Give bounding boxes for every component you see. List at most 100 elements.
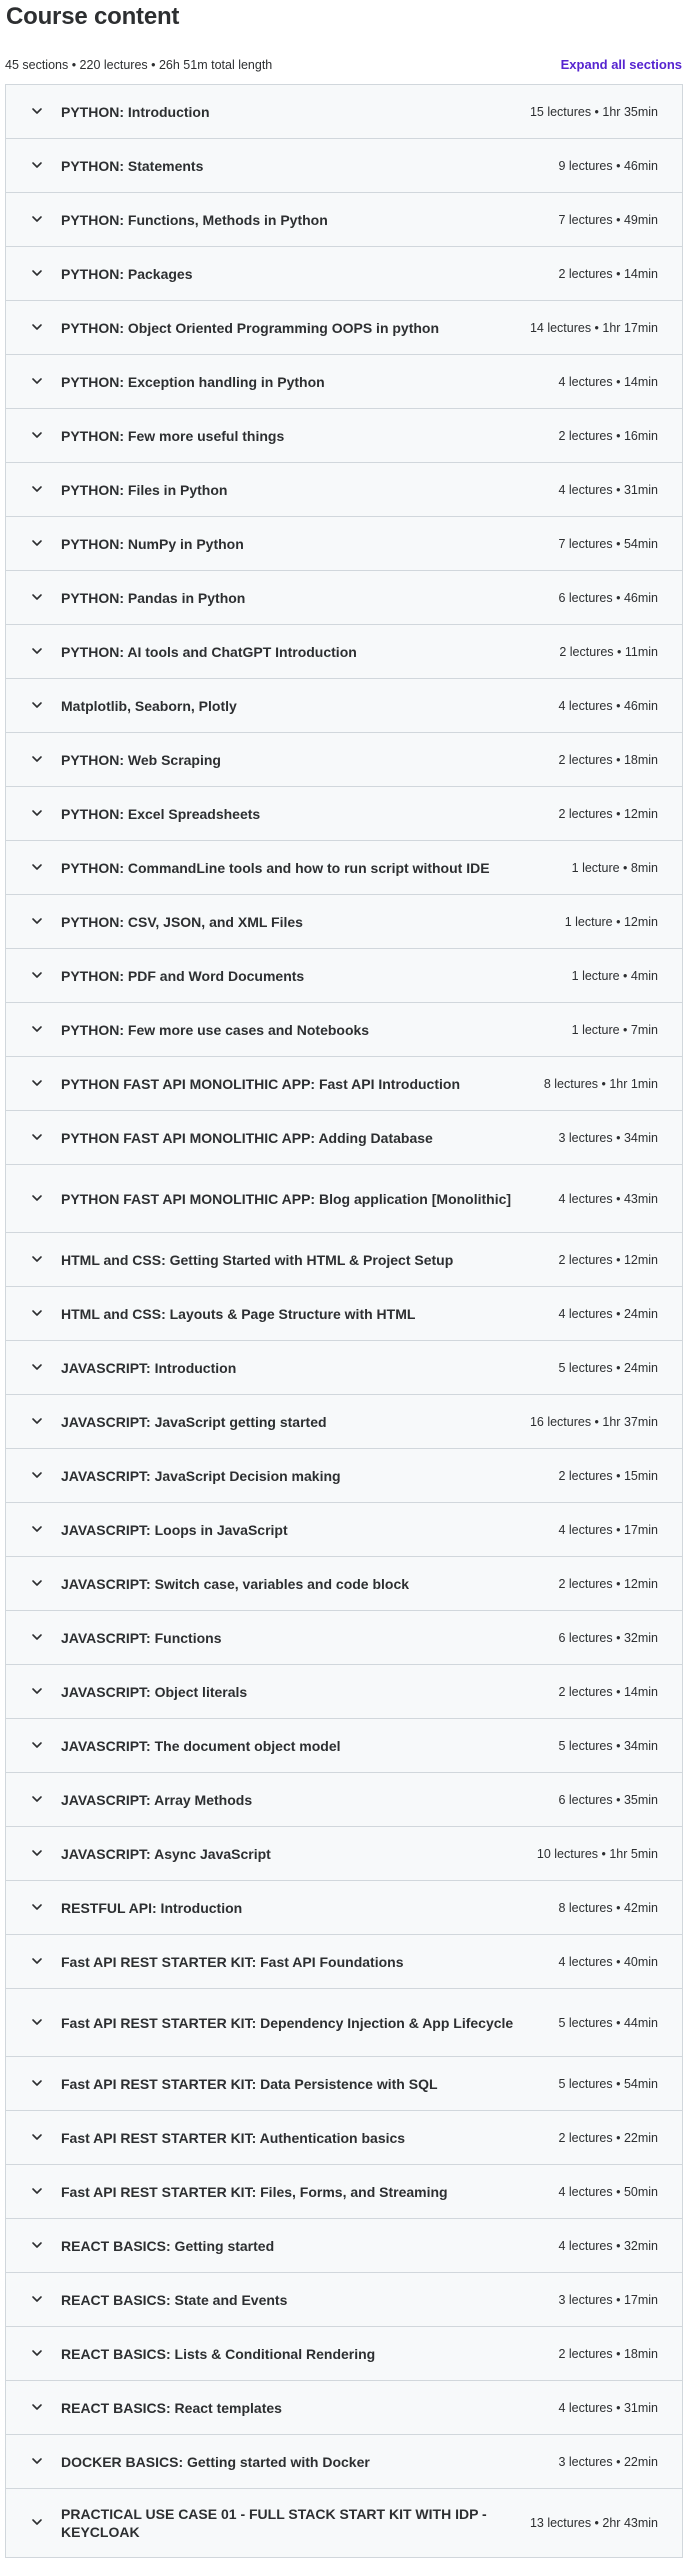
section-meta: 8 lectures • 1hr 1min bbox=[543, 1076, 658, 1091]
section-row[interactable]: JAVASCRIPT: Async JavaScript 10 lectures … bbox=[6, 1827, 682, 1881]
section-meta: 4 lectures • 14min bbox=[558, 374, 658, 389]
section-row[interactable]: JAVASCRIPT: Object literals 2 lectures • … bbox=[6, 1665, 682, 1719]
section-meta: 5 lectures • 54min bbox=[558, 2076, 658, 2091]
section-title: JAVASCRIPT: The document object model bbox=[61, 1737, 341, 1754]
section-meta: 3 lectures • 34min bbox=[558, 1130, 658, 1145]
chevron-down-icon bbox=[31, 1577, 43, 1589]
section-meta: 5 lectures • 24min bbox=[558, 1360, 658, 1375]
section-row[interactable]: Matplotlib, Seaborn, Plotly 4 lectures • … bbox=[6, 679, 682, 733]
section-title: RESTFUL API: Introduction bbox=[61, 1899, 243, 1916]
chevron-down-icon bbox=[31, 105, 43, 117]
chevron-down-icon bbox=[31, 915, 43, 927]
section-row[interactable]: Fast API REST STARTER KIT: Data Persiste… bbox=[6, 2057, 682, 2111]
chevron-down-icon bbox=[31, 213, 43, 225]
section-meta: 1 lecture • 12min bbox=[564, 914, 658, 929]
section-title: JAVASCRIPT: Loops in JavaScript bbox=[61, 1521, 288, 1538]
section-row[interactable]: RESTFUL API: Introduction 8 lectures • 42… bbox=[6, 1881, 682, 1935]
chevron-down-icon bbox=[31, 537, 43, 549]
section-row[interactable]: Fast API REST STARTER KIT: Fast API Foun… bbox=[6, 1935, 682, 1989]
section-title: Fast API REST STARTER KIT: Fast API Foun… bbox=[61, 1953, 404, 1970]
section-row[interactable]: REACT BASICS: State and Events 3 lectures… bbox=[6, 2273, 682, 2327]
section-row[interactable]: PYTHON: Packages 2 lectures • 14min bbox=[6, 247, 682, 301]
section-row[interactable]: PYTHON: Object Oriented Programming OOPS… bbox=[6, 301, 682, 355]
section-row[interactable]: PYTHON FAST API MONOLITHIC APP: Fast API… bbox=[6, 1057, 682, 1111]
section-title: HTML and CSS: Layouts & Page Structure w… bbox=[61, 1305, 416, 1322]
section-row[interactable]: Fast API REST STARTER KIT: Dependency In… bbox=[6, 1989, 682, 2057]
section-title: REACT BASICS: State and Events bbox=[61, 2291, 288, 2308]
section-row[interactable]: PYTHON: NumPy in Python 7 lectures • 54mi… bbox=[6, 517, 682, 571]
section-row[interactable]: PYTHON: Files in Python 4 lectures • 31mi… bbox=[6, 463, 682, 517]
section-row[interactable]: JAVASCRIPT: Functions 6 lectures • 32min bbox=[6, 1611, 682, 1665]
section-meta: 8 lectures • 42min bbox=[558, 1900, 658, 1915]
section-row[interactable]: PYTHON: Functions, Methods in Python 7 le… bbox=[6, 193, 682, 247]
section-row[interactable]: HTML and CSS: Getting Started with HTML … bbox=[6, 1233, 682, 1287]
section-row[interactable]: PYTHON: Introduction 15 lectures • 1hr 35… bbox=[6, 85, 682, 139]
section-row[interactable]: JAVASCRIPT: The document object model 5 l… bbox=[6, 1719, 682, 1773]
section-row[interactable]: PYTHON: Excel Spreadsheets 2 lectures • 1… bbox=[6, 787, 682, 841]
section-row[interactable]: PYTHON FAST API MONOLITHIC APP: Adding D… bbox=[6, 1111, 682, 1165]
expand-all-sections-button[interactable]: Expand all sections bbox=[561, 57, 682, 72]
section-row[interactable]: PYTHON: Few more use cases and Notebooks… bbox=[6, 1003, 682, 1057]
chevron-down-icon bbox=[31, 1793, 43, 1805]
section-meta: 2 lectures • 18min bbox=[558, 752, 658, 767]
section-row[interactable]: HTML and CSS: Layouts & Page Structure w… bbox=[6, 1287, 682, 1341]
chevron-down-icon bbox=[31, 483, 43, 495]
course-content-panel: Course content 45 sections • 220 lecture… bbox=[0, 0, 689, 2560]
section-meta: 4 lectures • 17min bbox=[558, 1522, 658, 1537]
section-meta: 4 lectures • 43min bbox=[558, 1191, 658, 1206]
section-row[interactable]: PYTHON: Few more useful things 2 lectures… bbox=[6, 409, 682, 463]
section-meta: 2 lectures • 18min bbox=[558, 2346, 658, 2361]
section-row[interactable]: PYTHON: Exception handling in Python 4 le… bbox=[6, 355, 682, 409]
chevron-down-icon bbox=[31, 1469, 43, 1481]
section-row[interactable]: PYTHON: CSV, JSON, and XML Files 1 lectur… bbox=[6, 895, 682, 949]
section-title: REACT BASICS: Getting started bbox=[61, 2237, 275, 2254]
section-row[interactable]: PYTHON: Pandas in Python 6 lectures • 46m… bbox=[6, 571, 682, 625]
chevron-down-icon bbox=[31, 753, 43, 765]
section-title: PYTHON: Pandas in Python bbox=[61, 589, 246, 606]
chevron-down-icon bbox=[31, 645, 43, 657]
section-title: JAVASCRIPT: Array Methods bbox=[61, 1791, 253, 1808]
section-row[interactable]: JAVASCRIPT: Switch case, variables and c… bbox=[6, 1557, 682, 1611]
section-row[interactable]: PYTHON: Statements 9 lectures • 46min bbox=[6, 139, 682, 193]
section-row[interactable]: PYTHON FAST API MONOLITHIC APP: Blog app… bbox=[6, 1165, 682, 1233]
section-title: PYTHON: AI tools and ChatGPT Introductio… bbox=[61, 643, 357, 660]
section-list: PYTHON: Introduction 15 lectures • 1hr 35… bbox=[5, 84, 683, 2558]
section-row[interactable]: JAVASCRIPT: JavaScript Decision making 2 … bbox=[6, 1449, 682, 1503]
section-title: Fast API REST STARTER KIT: Data Persiste… bbox=[61, 2075, 438, 2092]
section-row[interactable]: REACT BASICS: Lists & Conditional Render… bbox=[6, 2327, 682, 2381]
chevron-down-icon bbox=[31, 1023, 43, 1035]
chevron-down-icon bbox=[31, 429, 43, 441]
chevron-down-icon bbox=[31, 2516, 43, 2528]
section-row[interactable]: PYTHON: Web Scraping 2 lectures • 18min bbox=[6, 733, 682, 787]
section-title: PYTHON: Functions, Methods in Python bbox=[61, 211, 328, 228]
section-title: PYTHON FAST API MONOLITHIC APP: Adding D… bbox=[61, 1129, 433, 1146]
section-row[interactable]: Fast API REST STARTER KIT: Files, Forms,… bbox=[6, 2165, 682, 2219]
section-row[interactable]: JAVASCRIPT: Loops in JavaScript 4 lecture… bbox=[6, 1503, 682, 1557]
section-row[interactable]: JAVASCRIPT: Introduction 5 lectures • 24m… bbox=[6, 1341, 682, 1395]
chevron-down-icon bbox=[31, 2016, 43, 2028]
section-row[interactable]: PRACTICAL USE CASE 01 - FULL STACK START… bbox=[6, 2489, 682, 2557]
section-title: PYTHON: NumPy in Python bbox=[61, 535, 244, 552]
section-row[interactable]: REACT BASICS: Getting started 4 lectures … bbox=[6, 2219, 682, 2273]
section-title: PYTHON: Object Oriented Programming OOPS… bbox=[61, 319, 440, 336]
section-title: REACT BASICS: Lists & Conditional Render… bbox=[61, 2345, 376, 2362]
section-row[interactable]: REACT BASICS: React templates 4 lectures … bbox=[6, 2381, 682, 2435]
section-row[interactable]: Fast API REST STARTER KIT: Authenticatio… bbox=[6, 2111, 682, 2165]
chevron-down-icon bbox=[31, 1631, 43, 1643]
page-title: Course content bbox=[6, 3, 180, 30]
section-row[interactable]: JAVASCRIPT: Array Methods 6 lectures • 35… bbox=[6, 1773, 682, 1827]
section-row[interactable]: JAVASCRIPT: JavaScript getting started 16… bbox=[6, 1395, 682, 1449]
section-row[interactable]: PYTHON: CommandLine tools and how to run… bbox=[6, 841, 682, 895]
section-row[interactable]: PYTHON: AI tools and ChatGPT Introductio… bbox=[6, 625, 682, 679]
section-title: JAVASCRIPT: Async JavaScript bbox=[61, 1845, 271, 1862]
section-row[interactable]: DOCKER BASICS: Getting started with Dock… bbox=[6, 2435, 682, 2489]
chevron-down-icon bbox=[31, 1253, 43, 1265]
section-meta: 2 lectures • 12min bbox=[558, 1576, 658, 1591]
chevron-down-icon bbox=[31, 1685, 43, 1697]
chevron-down-icon bbox=[31, 2293, 43, 2305]
section-title: PYTHON: Files in Python bbox=[61, 481, 228, 498]
section-row[interactable]: PYTHON: PDF and Word Documents 1 lecture … bbox=[6, 949, 682, 1003]
chevron-down-icon bbox=[31, 159, 43, 171]
section-meta: 13 lectures • 2hr 43min bbox=[529, 2516, 658, 2530]
chevron-down-icon bbox=[31, 1847, 43, 1859]
